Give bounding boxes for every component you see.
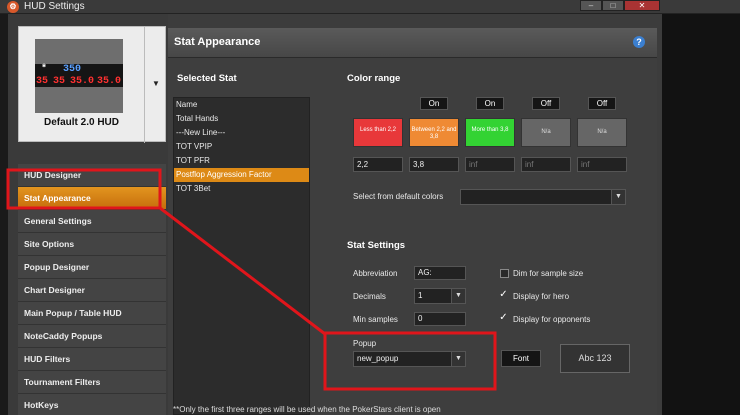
default-colors-label: Select from default colors — [353, 192, 444, 201]
list-item[interactable]: TOT 3Bet — [174, 182, 309, 196]
list-item[interactable]: TOT VPIP — [174, 140, 309, 154]
menu-item-stat-appearance[interactable]: Stat Appearance — [18, 187, 166, 210]
chevron-down-icon: ▼ — [451, 352, 465, 366]
range-swatch-4[interactable]: N/a — [521, 118, 571, 147]
list-item[interactable]: Total Hands — [174, 112, 309, 126]
decimals-select[interactable]: 1 ▼ — [414, 288, 466, 304]
window-controls: – □ ✕ — [580, 0, 660, 12]
font-preview: Abc 123 — [560, 344, 630, 373]
background-desktop — [662, 14, 740, 415]
hud-preview-value: 35.0 — [97, 76, 122, 87]
list-item[interactable]: Name — [174, 98, 309, 112]
range-swatch-1[interactable]: Less than 2,2 — [353, 118, 403, 147]
close-button[interactable]: ✕ — [624, 0, 660, 11]
menu-item-hotkeys[interactable]: HotKeys — [18, 394, 166, 415]
footnote: **Only the first three ranges will be us… — [173, 405, 441, 414]
range-swatch-2[interactable]: Between 2,2 and 3,8 — [409, 118, 459, 147]
dim-sample-size-checkbox[interactable] — [500, 269, 509, 278]
hud-preview-star: * — [41, 64, 48, 75]
hud-name: Default 2.0 HUD — [43, 117, 119, 128]
page-header: Stat Appearance ? — [168, 28, 657, 58]
menu-item-main-popup[interactable]: Main Popup / Table HUD — [18, 302, 166, 325]
range-toggle-3[interactable]: Off — [532, 97, 560, 110]
window-title: HUD Settings — [24, 1, 85, 12]
range-value-4[interactable]: inf — [521, 157, 571, 172]
list-item[interactable]: ---New Line--- — [174, 126, 309, 140]
chevron-down-icon: ▼ — [611, 190, 625, 204]
min-samples-input[interactable]: 0 — [414, 312, 466, 326]
stat-settings-heading: Stat Settings — [347, 240, 406, 251]
list-item[interactable]: TOT PFR — [174, 154, 309, 168]
menu-item-general-settings[interactable]: General Settings — [18, 210, 166, 233]
popup-label: Popup — [353, 339, 377, 348]
page-title: Stat Appearance — [174, 36, 261, 48]
range-value-5[interactable]: inf — [577, 157, 627, 172]
chevron-down-icon[interactable]: ▼ — [147, 79, 165, 88]
title-bar: ⚙ HUD Settings – □ ✕ — [0, 0, 740, 14]
hud-preview-value: 35 — [36, 76, 49, 87]
list-item-selected[interactable]: Postflop Aggression Factor — [174, 168, 309, 182]
left-panel: * 350 35 35 35.0 35.0 Default 2.0 HUD ▼ … — [8, 14, 168, 415]
help-icon[interactable]: ? — [633, 36, 645, 48]
display-opponents-checkbox[interactable]: ✓ — [499, 313, 508, 323]
selected-stat-heading: Selected Stat — [177, 73, 237, 84]
range-swatch-5[interactable]: N/a — [577, 118, 627, 147]
menu-item-hud-designer[interactable]: HUD Designer — [18, 164, 166, 187]
range-swatch-3[interactable]: More than 3,8 — [465, 118, 515, 147]
chevron-down-icon: ▼ — [451, 289, 465, 303]
popup-select[interactable]: new_popup ▼ — [353, 351, 466, 367]
range-toggle-2[interactable]: On — [476, 97, 504, 110]
display-hero-checkbox[interactable]: ✓ — [499, 290, 508, 300]
dim-sample-size-label: Dim for sample size — [513, 269, 584, 278]
menu-item-notecaddy-popups[interactable]: NoteCaddy Popups — [18, 325, 166, 348]
maximize-button[interactable]: □ — [602, 0, 624, 11]
range-value-3[interactable]: inf — [465, 157, 515, 172]
abbreviation-input[interactable]: AG: — [414, 266, 466, 280]
hud-preview-value: 350 — [63, 64, 82, 75]
menu-item-chart-designer[interactable]: Chart Designer — [18, 279, 166, 302]
hud-preview-value: 35.0 — [70, 76, 95, 87]
menu-item-hud-filters[interactable]: HUD Filters — [18, 348, 166, 371]
hud-preview-value: 35 — [53, 76, 66, 87]
minimize-button[interactable]: – — [580, 0, 602, 11]
menu-item-popup-designer[interactable]: Popup Designer — [18, 256, 166, 279]
display-hero-label: Display for hero — [513, 292, 570, 301]
display-opponents-label: Display for opponents — [513, 315, 591, 324]
range-value-1[interactable]: 2,2 — [353, 157, 403, 172]
range-value-2[interactable]: 3,8 — [409, 157, 459, 172]
selected-stat-list[interactable]: Name Total Hands ---New Line--- TOT VPIP… — [173, 97, 310, 415]
range-toggle-1[interactable]: On — [420, 97, 448, 110]
menu-item-site-options[interactable]: Site Options — [18, 233, 166, 256]
app-logo-icon: ⚙ — [7, 1, 19, 13]
abbreviation-label: Abbreviation — [353, 269, 398, 278]
font-button[interactable]: Font — [501, 350, 541, 367]
color-range-heading: Color range — [347, 73, 401, 84]
settings-menu: HUD Designer Stat Appearance General Set… — [18, 164, 166, 415]
default-colors-select[interactable]: ▼ — [460, 189, 626, 205]
hud-preview-image: * 350 35 35 35.0 35.0 — [35, 39, 123, 113]
decimals-label: Decimals — [353, 292, 386, 301]
min-samples-label: Min samples — [353, 315, 398, 324]
hud-selector[interactable]: * 350 35 35 35.0 35.0 Default 2.0 HUD ▼ — [18, 26, 166, 143]
range-toggle-4[interactable]: Off — [588, 97, 616, 110]
menu-item-tournament-filters[interactable]: Tournament Filters — [18, 371, 166, 394]
